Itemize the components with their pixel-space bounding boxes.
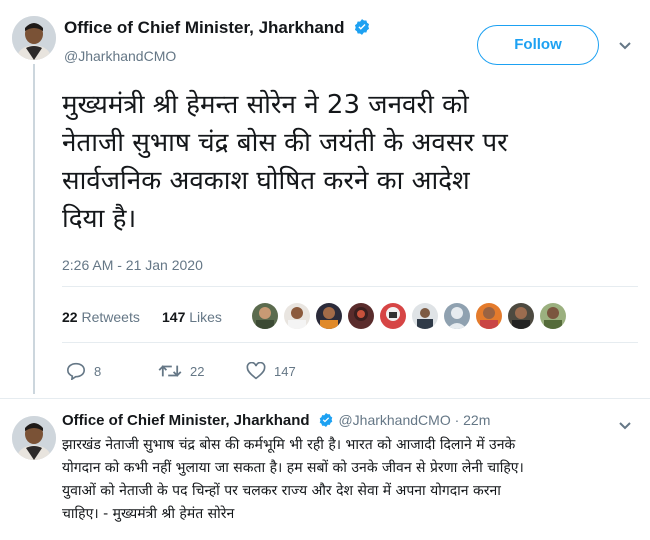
liker-avatar[interactable] [316, 303, 342, 329]
retweet-icon [158, 365, 182, 377]
reply-handle-time[interactable]: @JharkhandCMO · 22m [338, 412, 490, 428]
reply-text-line: योगदान को कभी नहीं भुलाया जा सकता है। हम… [62, 460, 524, 476]
liker-avatar[interactable] [284, 303, 310, 329]
reply-author-avatar[interactable] [12, 416, 56, 460]
tweet-text-line: मुख्यमंत्री श्री हेमन्त सोरेन ने 23 जनवर… [62, 90, 469, 120]
tweet-text: मुख्यमंत्री श्री हेमन्त सोरेन ने 23 जनवर… [62, 86, 642, 238]
liker-avatar[interactable] [508, 303, 534, 329]
divider [0, 398, 650, 399]
reply-text-line: चाहिए। - मुख्यमंत्री श्री हेमंत सोरेन [62, 506, 235, 522]
retweets-label: Retweets [81, 309, 140, 325]
divider [62, 286, 638, 287]
chevron-down-icon[interactable] [618, 38, 632, 56]
retweet-action[interactable]: 22 [158, 362, 204, 380]
liker-avatar[interactable] [348, 303, 374, 329]
verified-badge-icon [353, 18, 371, 36]
reply-count: 8 [94, 363, 102, 379]
liker-avatar[interactable] [412, 303, 438, 329]
likers-avatars [252, 303, 566, 329]
liker-avatar[interactable] [476, 303, 502, 329]
reply-text-line: झारखंड नेताजी सुभाष चंद्र बोस की कर्मभूम… [62, 437, 516, 453]
follow-button[interactable]: Follow [477, 25, 599, 65]
reply-header: Office of Chief Minister, Jharkhand @Jha… [62, 412, 490, 430]
retweets-stat[interactable]: 22 Retweets [62, 309, 140, 325]
likes-label: Likes [189, 309, 222, 325]
reply-author-name[interactable]: Office of Chief Minister, Jharkhand [62, 412, 310, 429]
tweet-text-line: सार्वजनिक अवकाश घोषित करने का आदेश [62, 166, 470, 196]
tweet-text-line: दिया है। [62, 204, 137, 234]
author-name[interactable]: Office of Chief Minister, Jharkhand [64, 18, 345, 37]
liker-avatar[interactable] [252, 303, 278, 329]
reply-text-line: युवाओं को नेताजी के पद चिन्हों पर चलकर र… [62, 483, 501, 499]
author-avatar[interactable] [12, 16, 56, 60]
retweet-count: 22 [190, 363, 205, 379]
liker-avatar[interactable] [540, 303, 566, 329]
likes-stat[interactable]: 147 Likes [162, 309, 222, 325]
author-handle[interactable]: @JharkhandCMO [64, 48, 176, 64]
reply-icon [66, 362, 86, 380]
liker-avatar[interactable] [380, 303, 406, 329]
heart-icon [246, 362, 266, 380]
divider [62, 342, 638, 343]
thread-line [33, 64, 35, 394]
reply-text: झारखंड नेताजी सुभाष चंद्र बोस की कर्मभूम… [62, 434, 642, 526]
reply-action[interactable]: 8 [66, 362, 101, 380]
like-count: 147 [274, 363, 296, 379]
like-action[interactable]: 147 [246, 362, 296, 380]
liker-avatar[interactable] [444, 303, 470, 329]
author-header: Office of Chief Minister, Jharkhand [64, 18, 371, 38]
retweets-count: 22 [62, 309, 78, 325]
tweet-timestamp[interactable]: 2:26 AM - 21 Jan 2020 [62, 257, 203, 273]
verified-badge-icon [318, 412, 334, 428]
tweet-text-line: नेताजी सुभाष चंद्र बोस की जयंती के अवसर … [62, 128, 508, 158]
likes-count: 147 [162, 309, 186, 325]
